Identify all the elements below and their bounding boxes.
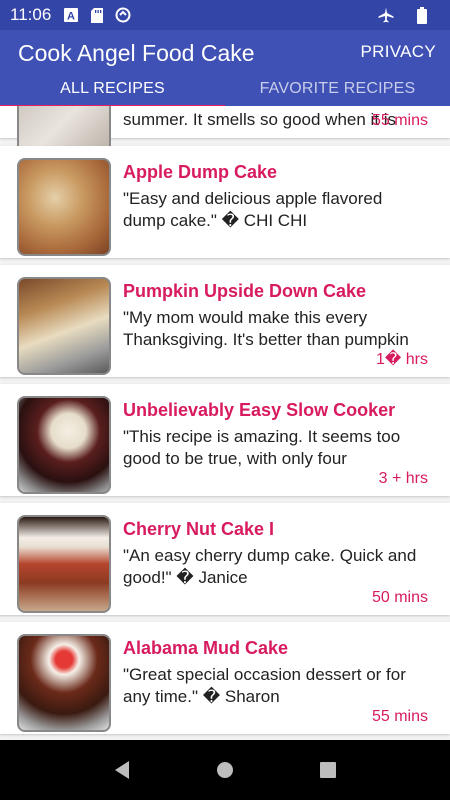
- battery-icon: [414, 6, 430, 24]
- recipe-description: "Great special occasion dessert or for a…: [123, 665, 406, 706]
- recipe-card[interactable]: Alabama Mud Cake "Great special occasion…: [0, 622, 450, 734]
- recipe-card[interactable]: summer. It smells so good when it is 55 …: [0, 106, 450, 156]
- recipe-time: 50 mins: [371, 589, 428, 606]
- airplane-icon: [378, 7, 394, 23]
- recipe-title: Unbelievably Easy Slow Cooker: [123, 400, 396, 420]
- navigation-bar: [0, 740, 450, 800]
- app-title: Cook Angel Food Cake: [18, 40, 255, 66]
- recipe-thumbnail: [17, 396, 111, 494]
- privacy-button[interactable]: PRIVACY: [361, 42, 436, 62]
- home-icon[interactable]: [210, 755, 240, 785]
- status-time: 11:06: [10, 5, 52, 24]
- recipe-title: Pumpkin Upside Down Cake: [123, 281, 367, 301]
- recipe-description: "My mom would make this every Thanksgivi…: [123, 308, 409, 349]
- recipe-thumbnail: [17, 277, 111, 375]
- sd-card-icon: [89, 7, 105, 23]
- recipe-title: Cherry Nut Cake I: [123, 519, 275, 539]
- recipe-time: 55 mins: [371, 112, 428, 129]
- recipe-description: "Easy and delicious apple flavored dump …: [123, 189, 383, 230]
- recipe-card[interactable]: Cherry Nut Cake I "An easy cherry dump c…: [0, 503, 450, 615]
- recipe-thumbnail: [17, 515, 111, 613]
- recipe-card[interactable]: Pumpkin Upside Down Cake "My mom would m…: [0, 265, 450, 377]
- sync-icon: [115, 7, 131, 23]
- recipe-title: Alabama Mud Cake: [123, 638, 289, 658]
- recipe-time: 3 + hrs: [378, 470, 428, 487]
- recipe-thumbnail: [17, 634, 111, 732]
- recipe-list[interactable]: summer. It smells so good when it is 55 …: [0, 106, 450, 740]
- app-bar: Cook Angel Food Cake PRIVACY ALL RECIPES…: [0, 30, 450, 108]
- status-bar: 11:06 A: [0, 0, 450, 30]
- back-icon[interactable]: [107, 755, 137, 785]
- tab-favorite-recipes[interactable]: FAVORITE RECIPES: [225, 72, 450, 106]
- font-icon: A: [63, 7, 79, 23]
- recipe-title: Apple Dump Cake: [123, 162, 278, 182]
- recents-icon[interactable]: [313, 755, 343, 785]
- recipe-time: 1� hrs: [376, 351, 428, 368]
- svg-text:A: A: [67, 11, 75, 23]
- recipe-description: "This recipe is amazing. It seems too go…: [123, 427, 401, 468]
- tab-all-recipes[interactable]: ALL RECIPES: [0, 72, 225, 106]
- recipe-thumbnail: [17, 158, 111, 256]
- recipe-card[interactable]: Apple Dump Cake "Easy and delicious appl…: [0, 146, 450, 258]
- recipe-time: 55 mins: [371, 708, 428, 725]
- recipe-description: "An easy cherry dump cake. Quick and goo…: [123, 546, 417, 587]
- recipe-card[interactable]: Unbelievably Easy Slow Cooker "This reci…: [0, 384, 450, 496]
- tab-bar: ALL RECIPES FAVORITE RECIPES: [0, 72, 450, 108]
